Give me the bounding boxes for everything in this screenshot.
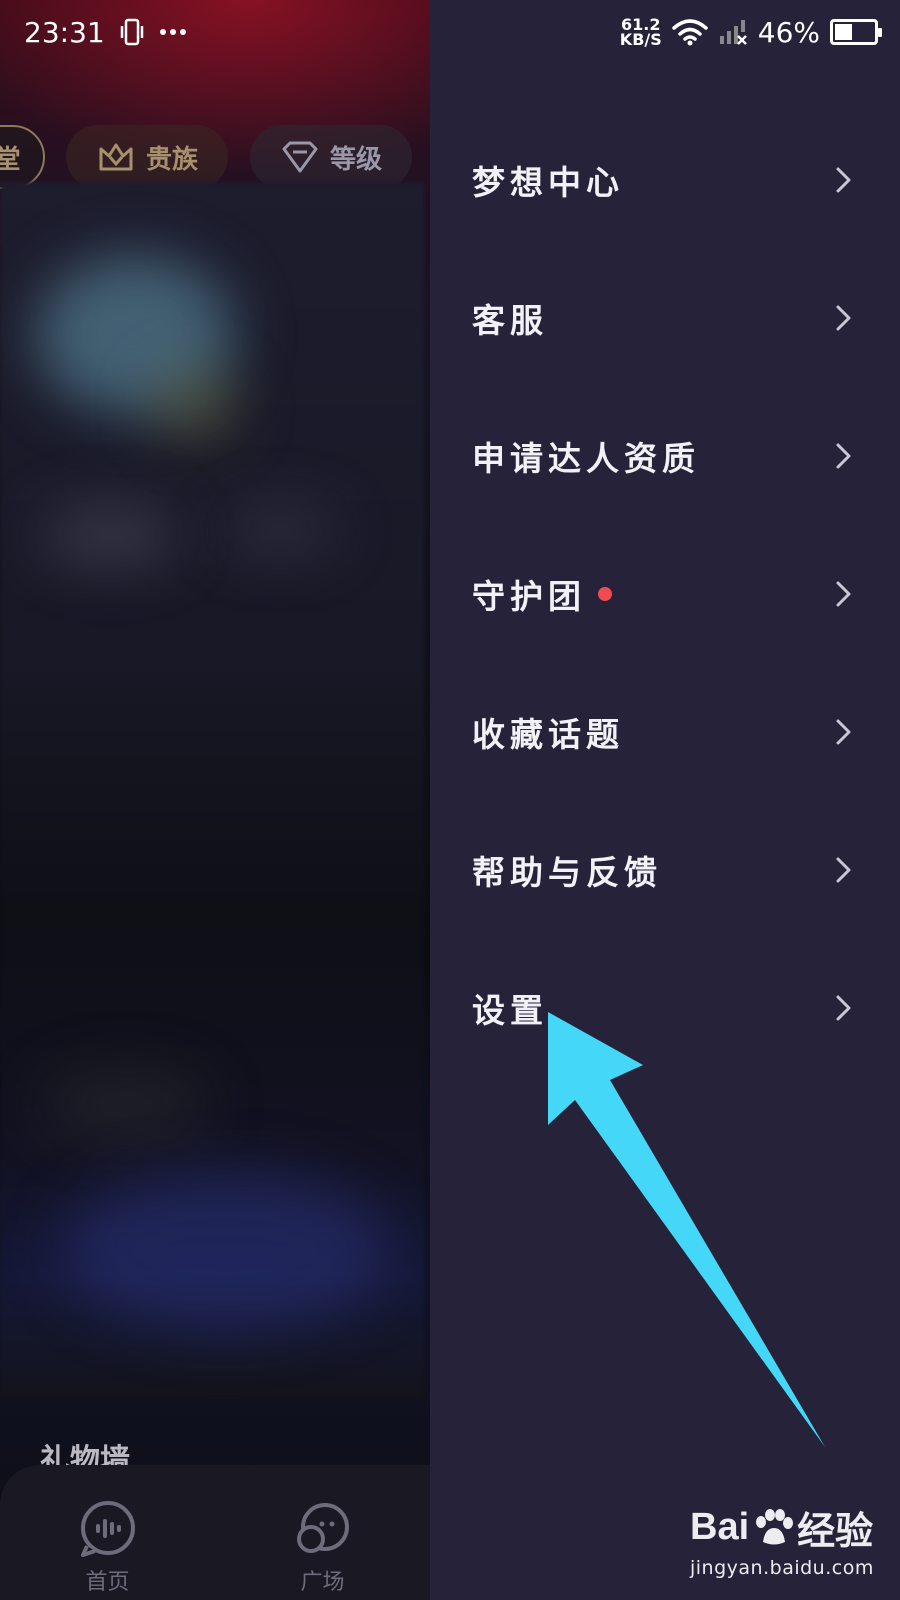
chevron-right-icon [836, 581, 851, 607]
blurred-banner [60, 1170, 390, 1330]
chevron-right-icon [836, 857, 851, 883]
cell-signal-icon [719, 20, 747, 45]
chevron-right-icon [836, 443, 851, 469]
menu-item-label: 梦想中心 [472, 163, 624, 202]
menu-item-saved-topics[interactable]: 收藏话题 [430, 682, 900, 782]
menu-item-apply-expert[interactable]: 申请达人资质 [430, 406, 900, 506]
chevron-right-icon [836, 167, 851, 193]
blurred-text [40, 505, 180, 565]
watermark-brand-jingyan: 经验 [797, 1511, 874, 1553]
paw-logo-icon [756, 1508, 794, 1544]
network-speed-unit: KB/S [619, 30, 662, 49]
vibrate-icon [120, 18, 143, 46]
network-speed: 61.2 KB/S [619, 17, 662, 49]
bottom-tab-bar: 首页 广场 [0, 1465, 430, 1600]
bg-pill-label: 贵族 [145, 144, 198, 175]
notification-dot [598, 587, 612, 601]
baidu-jingyan-watermark: Bai 经验 jingyan.baidu.com [690, 1500, 890, 1579]
battery-percent: 46% [757, 15, 820, 49]
status-time: 23:31 [24, 15, 105, 49]
tab-home-label: 首页 [85, 1570, 130, 1595]
blurred-badge [150, 370, 240, 440]
menu-item-label: 帮助与反馈 [472, 853, 662, 892]
battery-level-fill [835, 24, 853, 40]
planet-face-icon [296, 1503, 349, 1553]
menu-item-customer-service[interactable]: 客服 [430, 268, 900, 368]
bg-pill-label: 堂 [0, 144, 21, 175]
bg-pill-label: 等级 [329, 144, 382, 175]
watermark-brand-bai: Bai [690, 1506, 750, 1548]
screen: 堂 贵族 等级 礼物墙 首页 广场 梦想中心 客服 申请达人资质 守护团 收藏话… [0, 0, 900, 1600]
menu-item-label: 设置 [472, 991, 548, 1030]
watermark-url: jingyan.baidu.com [690, 1557, 874, 1579]
menu-item-label: 收藏话题 [472, 715, 624, 754]
menu-item-label: 守护团 [472, 577, 586, 616]
blurred-text [40, 1070, 210, 1140]
blurred-text [220, 505, 340, 555]
chevron-right-icon [836, 995, 851, 1021]
status-bar: 23:31 61.2 KB/S 46% [0, 0, 900, 64]
menu-item-settings[interactable]: 设置 [430, 958, 900, 1058]
background-app-overlay[interactable]: 堂 贵族 等级 礼物墙 首页 广场 [0, 0, 430, 1600]
battery-icon [830, 19, 882, 45]
menu-item-label: 客服 [472, 301, 548, 340]
bg-pill-level: 等级 [250, 125, 412, 189]
menu-item-label: 申请达人资质 [472, 439, 700, 478]
side-drawer-menu: 梦想中心 客服 申请达人资质 守护团 收藏话题 帮助与反馈 设置 [430, 0, 900, 1600]
crown-icon [99, 143, 133, 171]
tab-plaza[interactable]: 广场 [294, 1500, 352, 1596]
menu-item-dream-center[interactable]: 梦想中心 [430, 130, 900, 230]
wifi-icon [672, 19, 708, 46]
tab-home[interactable]: 首页 [79, 1500, 137, 1596]
more-dots-icon [159, 29, 186, 35]
chevron-right-icon [836, 305, 851, 331]
bg-pill-noble: 贵族 [66, 125, 228, 189]
menu-item-help-feedback[interactable]: 帮助与反馈 [430, 820, 900, 920]
voice-wave-icon [80, 1501, 135, 1557]
tab-plaza-label: 广场 [300, 1570, 345, 1595]
chevron-right-icon [836, 719, 851, 745]
menu-item-guard-group[interactable]: 守护团 [430, 544, 900, 644]
diamond-icon [282, 141, 318, 173]
